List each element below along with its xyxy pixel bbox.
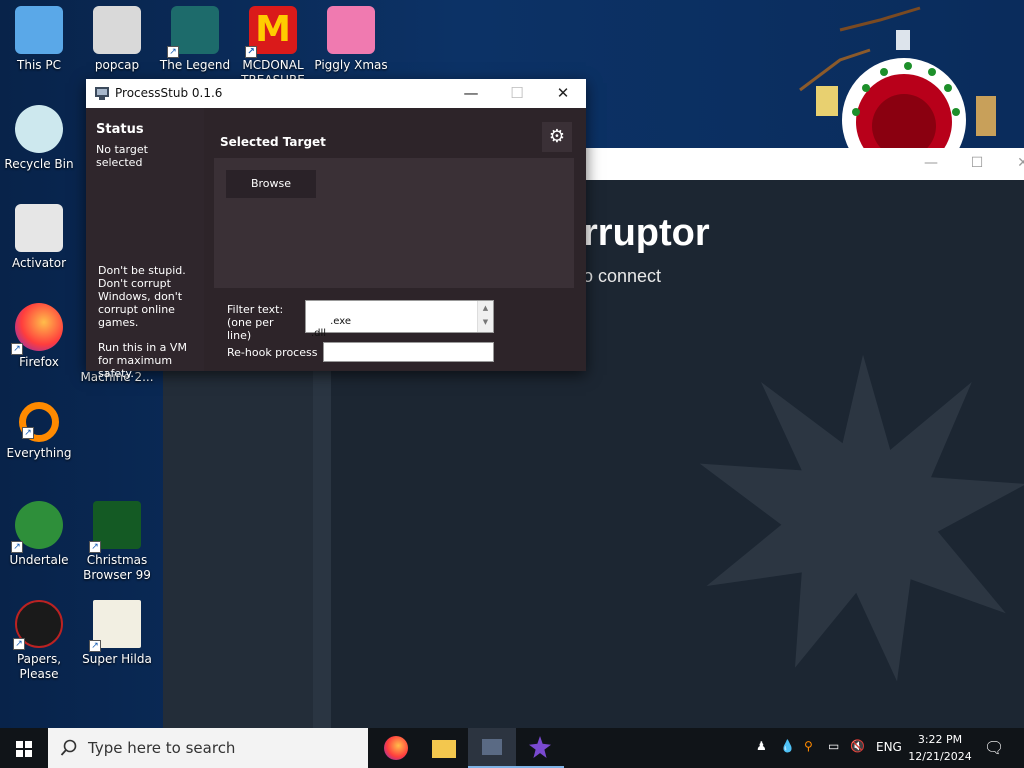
corruptor-subtext: o connect <box>583 266 662 286</box>
desktop-icon-christmas-browser[interactable]: ↗ Christmas Browser 99 <box>78 495 156 591</box>
clock-time: 3:22 PM <box>917 733 963 746</box>
everything-icon: ↗ <box>19 402 59 442</box>
desktop-icon-label: Recycle Bin <box>4 157 74 171</box>
desktop-icon-label: Super Hilda <box>82 652 152 666</box>
status-text: No target selected <box>96 143 148 169</box>
target-list-panel: Browse <box>214 158 574 288</box>
desktop-icon-this-pc[interactable]: This PC <box>0 0 78 96</box>
processstub-app-icon <box>95 87 109 100</box>
people-icon[interactable]: ♟ <box>756 739 767 768</box>
corruptor-heading: rruptor <box>583 212 710 254</box>
taskbar-processstub-icon[interactable] <box>468 728 516 768</box>
vm-tip-text: Run this in a VM for maximum safety. <box>98 341 187 380</box>
selected-target-label: Selected Target <box>220 135 326 149</box>
desktop-icon-undertale[interactable]: ↗ Undertale <box>0 495 78 591</box>
taskbar-firefox-icon[interactable] <box>372 728 420 768</box>
desktop-icon-the-legend[interactable]: ↗ The Legend <box>156 0 234 80</box>
recycle-bin-icon <box>15 105 63 153</box>
this-pc-icon <box>15 6 63 54</box>
browse-button[interactable]: Browse <box>226 170 316 198</box>
taskbar: Type here to search ♟ 💧 ⚲ ▭ 🔇 ENG 3:22 P… <box>0 728 1024 768</box>
activator-icon <box>15 204 63 252</box>
mcdonalds-icon: M ↗ <box>245 6 297 58</box>
filter-text-value: .exe .dll <box>311 316 351 339</box>
corruptor-titlebar[interactable]: — ☐ ✕ <box>583 148 1024 180</box>
firefox-icon: ↗ <box>11 303 63 355</box>
christmas-browser-icon: ↗ <box>89 501 141 553</box>
maximize-icon[interactable]: ☐ <box>494 79 540 108</box>
desktop-icon-label: This PC <box>17 58 61 72</box>
taskbar-search-box[interactable]: Type here to search <box>48 728 368 768</box>
desktop-icon-label: Activator <box>11 256 67 270</box>
rehook-label: Re-hook process <box>227 346 318 359</box>
search-icon <box>60 739 77 756</box>
warning-text: Don't be stupid. Don't corrupt Windows, … <box>98 264 186 329</box>
taskbar-file-explorer-icon[interactable] <box>420 728 468 768</box>
desktop-icon-everything[interactable]: ↗ Everything <box>0 396 78 492</box>
language-indicator[interactable]: ENG <box>876 740 902 768</box>
christmas-decoration <box>799 6 996 148</box>
maximize-icon[interactable]: ☐ <box>954 148 1000 180</box>
minimize-icon[interactable]: — <box>908 148 954 180</box>
filter-scrollbar[interactable]: ▲ ▼ <box>477 301 493 332</box>
window-title: ProcessStub 0.1.6 <box>115 86 223 100</box>
target-panel: ⚙ Selected Target Browse Filter text: (o… <box>204 108 586 371</box>
search-placeholder: Type here to search <box>88 739 236 757</box>
close-icon[interactable]: ✕ <box>540 79 586 108</box>
shortcut-arrow-icon: ↗ <box>245 46 257 58</box>
shortcut-arrow-icon: ↗ <box>11 343 23 355</box>
rehook-input[interactable] <box>323 342 494 362</box>
desktop-icon-activator[interactable]: Activator <box>0 198 78 294</box>
desktop-icon-label: The Legend <box>159 58 231 72</box>
desktop-icon-label: Everything <box>6 446 72 460</box>
desktop-icon-recycle-bin[interactable]: Recycle Bin <box>0 99 78 195</box>
clock-date: 12/21/2024 <box>908 750 972 763</box>
piggly-icon <box>327 6 375 54</box>
folder-icon <box>93 6 141 54</box>
status-panel: Status No target selected Don't be stupi… <box>86 108 204 380</box>
status-title: Status <box>96 122 144 137</box>
desktop-icon-label: MCDONAL TREASURE <box>241 58 305 80</box>
super-hilda-icon: ↗ <box>89 600 141 652</box>
shortcut-arrow-icon: ↗ <box>167 46 179 58</box>
minimize-icon[interactable]: — <box>448 79 494 108</box>
legend-game-icon: ↗ <box>167 6 219 58</box>
desktop-icon-papers-please[interactable]: ↗ Papers, Please <box>0 594 78 690</box>
windows-start-icon[interactable] <box>0 728 48 768</box>
shortcut-arrow-icon: ↗ <box>13 638 25 650</box>
desktop-icon-firefox[interactable]: ↗ Firefox <box>0 297 78 393</box>
taskbar-corruptor-icon[interactable] <box>516 728 564 768</box>
desktop-icon-label: Undertale <box>9 553 69 567</box>
desktop-icon-piggly-xmas[interactable]: Piggly Xmas <box>312 0 390 80</box>
desktop-icon-super-hilda[interactable]: ↗ Super Hilda <box>78 594 156 690</box>
desktop-icon-label: Piggly Xmas <box>314 58 388 72</box>
close-icon[interactable]: ✕ <box>1000 148 1024 180</box>
filter-text-label: Filter text: (one per line) <box>227 303 284 342</box>
search-tray-icon[interactable]: ⚲ <box>804 739 813 768</box>
taskbar-clock[interactable]: 3:22 PM 12/21/2024 <box>908 731 972 765</box>
desktop-icon-label: popcap <box>94 58 140 72</box>
shortcut-arrow-icon: ↗ <box>89 640 101 652</box>
spiky-star-decoration <box>699 354 1024 682</box>
processstub-window[interactable]: ProcessStub 0.1.6 — ☐ ✕ Status No target… <box>86 79 586 380</box>
desktop-icon-label: Papers, Please <box>16 652 62 681</box>
gear-icon[interactable]: ⚙ <box>542 122 572 152</box>
shortcut-arrow-icon: ↗ <box>11 541 23 553</box>
shortcut-arrow-icon: ↗ <box>89 541 101 553</box>
desktop-icon-mcdonal[interactable]: M ↗ MCDONAL TREASURE <box>234 0 312 80</box>
water-drop-icon[interactable]: 💧 <box>780 739 795 768</box>
papers-please-icon: ↗ <box>13 600 63 650</box>
processstub-titlebar[interactable]: ProcessStub 0.1.6 — ☐ ✕ <box>86 79 586 108</box>
desktop-icon-label: Christmas Browser 99 <box>83 553 151 582</box>
display-icon[interactable]: ▭ <box>828 739 839 768</box>
filter-text-input[interactable]: .exe .dll ▲ ▼ <box>305 300 494 339</box>
volume-muted-icon[interactable]: 🔇 <box>850 739 865 768</box>
notification-icon[interactable]: 🗨 <box>984 738 1004 768</box>
shortcut-arrow-icon: ↗ <box>22 427 34 439</box>
desktop-icon-label: Firefox <box>19 355 59 369</box>
undertale-icon: ↗ <box>11 501 63 553</box>
